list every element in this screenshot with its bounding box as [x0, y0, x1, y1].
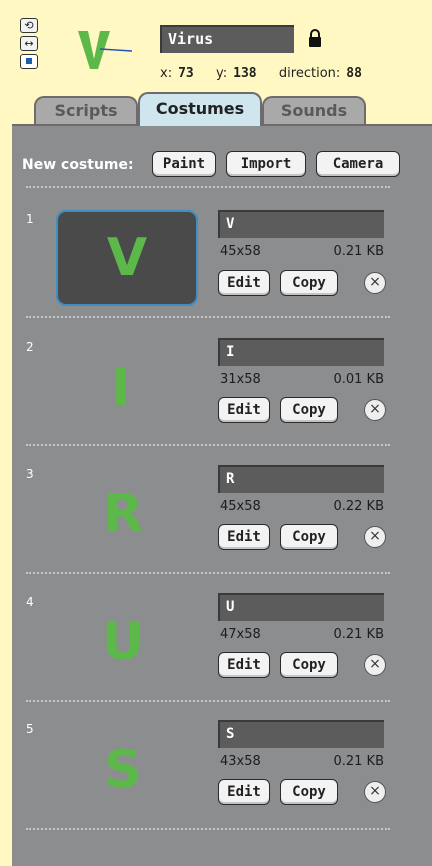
frame-top: [0, 0, 432, 8]
sprite-coordinates: x: 73 y: 138 direction: 88: [160, 66, 362, 81]
y-label: y:: [216, 66, 228, 81]
costume-name-field[interactable]: I: [218, 338, 384, 366]
flip-icon[interactable]: ↔: [20, 36, 38, 51]
costume-name-field[interactable]: S: [218, 720, 384, 748]
costume-image[interactable]: R: [63, 484, 183, 544]
costume-filesize: 0.21 KB: [333, 627, 384, 642]
costume-number: 3: [26, 467, 34, 481]
import-button[interactable]: Import: [226, 151, 306, 177]
edit-button[interactable]: Edit: [218, 652, 270, 678]
delete-costume-icon[interactable]: ×: [364, 781, 386, 803]
copy-button[interactable]: Copy: [280, 652, 338, 678]
costume-dimensions: 31x58: [220, 372, 261, 387]
costume-dimensions: 47x58: [220, 627, 261, 642]
lock-icon[interactable]: [307, 28, 323, 48]
edit-button[interactable]: Edit: [218, 524, 270, 550]
costume-image[interactable]: S: [63, 740, 183, 800]
divider: [26, 316, 390, 318]
delete-costume-icon[interactable]: ×: [364, 399, 386, 421]
new-costume-label: New costume:: [22, 157, 134, 173]
divider: [26, 186, 390, 188]
costume-image[interactable]: I: [61, 358, 181, 418]
camera-button[interactable]: Camera: [316, 151, 400, 177]
x-value: 73: [178, 66, 194, 81]
copy-button[interactable]: Copy: [280, 270, 338, 296]
tab-costumes[interactable]: Costumes: [138, 92, 262, 126]
costume-number: 4: [26, 595, 34, 609]
sprite-editor: ⟲ ↔ Virus x: 73 y: 138 direction: 88 Script…: [0, 0, 432, 866]
paint-button[interactable]: Paint: [152, 151, 216, 177]
edit-button[interactable]: Edit: [218, 397, 270, 423]
copy-button[interactable]: Copy: [280, 779, 338, 805]
delete-costume-icon[interactable]: ×: [364, 654, 386, 676]
divider: [26, 828, 390, 830]
rotate-icon[interactable]: ⟲: [20, 18, 38, 33]
direction-label: direction:: [278, 66, 341, 81]
copy-button[interactable]: Copy: [280, 524, 338, 550]
costume-filesize: 0.21 KB: [333, 754, 384, 769]
edit-button[interactable]: Edit: [218, 779, 270, 805]
costume-number: 2: [26, 340, 34, 354]
costume-name-field[interactable]: V: [218, 210, 384, 238]
delete-costume-icon[interactable]: ×: [364, 272, 386, 294]
divider: [26, 700, 390, 702]
sprite-name-field[interactable]: Virus: [160, 25, 294, 53]
costume-filesize: 0.01 KB: [333, 372, 384, 387]
costume-image[interactable]: U: [63, 612, 183, 672]
divider: [26, 444, 390, 446]
delete-costume-icon[interactable]: ×: [364, 526, 386, 548]
costume-image: V: [106, 228, 148, 288]
divider: [26, 572, 390, 574]
costume-filesize: 0.21 KB: [333, 244, 384, 259]
copy-button[interactable]: Copy: [280, 397, 338, 423]
direction-value: 88: [346, 66, 362, 81]
x-label: x:: [160, 66, 173, 81]
tab-sounds[interactable]: Sounds: [262, 96, 366, 124]
costume-filesize: 0.22 KB: [333, 499, 384, 514]
costume-name-field[interactable]: R: [218, 465, 384, 493]
sprite-thumbnail: [78, 31, 133, 69]
dot-icon: [26, 58, 32, 64]
edit-button[interactable]: Edit: [218, 270, 270, 296]
frame-left: [0, 0, 12, 866]
costume-dimensions: 43x58: [220, 754, 261, 769]
costume-name-field[interactable]: U: [218, 593, 384, 621]
costume-number: 1: [26, 212, 34, 226]
costume-dimensions: 45x58: [220, 244, 261, 259]
y-value: 138: [233, 66, 257, 81]
no-rotate-icon[interactable]: [20, 54, 38, 69]
costume-number: 5: [26, 722, 34, 736]
tab-scripts[interactable]: Scripts: [34, 96, 138, 124]
costume-dimensions: 45x58: [220, 499, 261, 514]
